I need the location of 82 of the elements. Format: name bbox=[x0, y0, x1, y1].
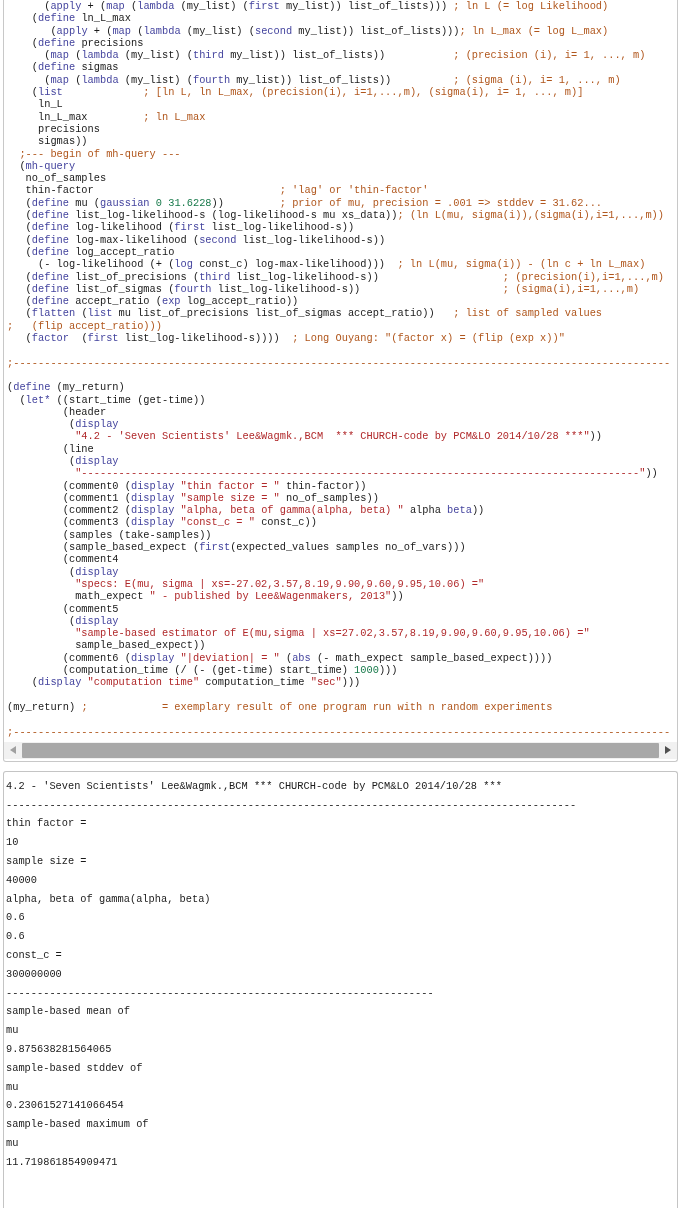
output-line: mu bbox=[6, 1079, 19, 1095]
output-line: 4.2 - 'Seven Scientists' Lee&Wagmk.,BCM *** CHURCH-code by PCM&LO 2014/10/28 *** bbox=[6, 778, 502, 794]
output-line: 300000000 bbox=[6, 966, 62, 982]
code-line: (define log-max-likelihood (second list_log-likelihood-s)) bbox=[24, 233, 386, 246]
code-line: (define ln_L_max bbox=[30, 12, 131, 25]
code-line: (display "computation time" computation_time "sec"))) bbox=[30, 676, 361, 689]
scrollbar-thumb[interactable] bbox=[22, 742, 659, 758]
code-line: (sample_based_expect (first(expected_values samples no_of_vars))) bbox=[61, 541, 466, 554]
output-line: alpha, beta of gamma(alpha, beta) bbox=[6, 891, 211, 907]
scroll-left-icon[interactable] bbox=[10, 746, 16, 755]
code-line: ; (flip accept_ratio))) bbox=[7, 319, 162, 332]
code-line: (display bbox=[67, 418, 119, 431]
code-line: ;--- begin of mh-query --- bbox=[18, 147, 181, 160]
code-line: precisions bbox=[37, 122, 100, 136]
code-line: (comment6 (display "|deviation| = " (abs (- math_expect sample_based_expect)))) bbox=[61, 651, 553, 665]
output-line: 11.719861854909471 bbox=[6, 1154, 118, 1170]
output-line: 10 bbox=[6, 835, 19, 851]
code-line: math_expect " - published by Lee&Wagenmakers, 2013")) bbox=[74, 590, 404, 603]
code-line: thin-factor ; 'lag' or 'thin-factor' bbox=[24, 184, 429, 197]
code-line: (define sigmas bbox=[30, 61, 119, 74]
output-line: const_c = bbox=[6, 948, 62, 963]
code-line: (comment0 (display "thin factor = " thin-factor)) bbox=[61, 479, 367, 492]
output-line: sample-based maximum of bbox=[6, 1117, 149, 1133]
code-line: ;---------------------------------------------------------------------------------------------------------- bbox=[7, 356, 671, 369]
code-line: ln_L_max ; ln L_max bbox=[37, 110, 206, 123]
output-line: 0.6 bbox=[6, 910, 25, 926]
code-line: (- log-likelihood (+ (log const_c) log-max-likelihood))) ; ln L(mu, sigma(i)) - (ln c + ln L_max) bbox=[37, 258, 646, 271]
code-line: (display bbox=[67, 614, 119, 628]
code-line: (computation_time (/ (- (get-time) start_time) 1000))) bbox=[61, 664, 398, 677]
code-line: "specs: E(mu, sigma | xs=-27.02,3.57,8.19,9.90,9.60,9.95,10.06) =" bbox=[74, 577, 485, 591]
code-line: (my_return) ; = exemplary result of one program run with n random experiments bbox=[7, 700, 553, 714]
output-line: mu bbox=[6, 1135, 19, 1151]
output-line: 9.875638281564065 bbox=[6, 1041, 112, 1057]
code-line: (display bbox=[67, 565, 119, 578]
code-line: (define accept_ratio (exp log_accept_ratio)) bbox=[24, 295, 299, 308]
output-line: mu bbox=[6, 1023, 19, 1039]
code-line: sigmas)) bbox=[37, 135, 88, 148]
code-line: (flatten (list mu list_of_precisions list_of_sigmas accept_ratio)) ; list of sampled values bbox=[24, 307, 603, 320]
code-line: (let* ((start_time (get-time)) bbox=[18, 393, 206, 406]
output-line: 0.6 bbox=[6, 929, 25, 945]
code-line: (define (my_return) bbox=[7, 381, 125, 394]
code-line: "sample-based estimator of E(mu,sigma | xs=27.02,3.57,8.19,9.90,9.60,9.95,10.06) =" bbox=[74, 627, 590, 640]
code-line: (define precisions bbox=[30, 36, 144, 50]
code-line: (apply + (map (lambda (my_list) (second my_list)) list_of_lists))); ln L_max (= log L_max) bbox=[49, 24, 609, 37]
code-line: (comment2 (display "alpha, beta of gamma(alpha, beta) " alpha beta)) bbox=[61, 504, 485, 517]
code-line: (apply + (map (lambda (my_list) (first my_list)) list_of_lists))) ; ln L (= log Likelihood) bbox=[43, 0, 609, 13]
code-line: ;---------------------------------------------------------------------------------------------------------- bbox=[7, 725, 671, 738]
output-line: 40000 bbox=[6, 872, 37, 888]
code-line: (factor (first list_log-likelihood-s)))) ; Long Ouyang: "(factor x) = (flip (exp x))" bbox=[24, 332, 565, 345]
scroll-right-icon[interactable] bbox=[665, 746, 671, 755]
code-line: (samples (take-samples)) bbox=[61, 528, 212, 542]
code-line: (map (lambda (my_list) (fourth my_list)) list_of_lists)) ; (sigma (i), i= 1, ..., m) bbox=[43, 73, 621, 87]
code-line: (comment1 (display "sample size = " no_of_samples)) bbox=[61, 491, 379, 505]
horizontal-scrollbar[interactable] bbox=[4, 741, 677, 759]
output-line: sample-based mean of bbox=[6, 1004, 130, 1020]
code-line: (define log-likelihood (first list_log-likelihood-s)) bbox=[24, 221, 355, 234]
code-line: "4.2 - 'Seven Scientists' Lee&Wagmk.,BCM *** CHURCH-code by PCM&LO 2014/10/28 ***")) bbox=[74, 430, 602, 443]
code-line: (header bbox=[61, 405, 107, 419]
code-line: no_of_samples bbox=[24, 172, 107, 185]
code-editor[interactable] bbox=[3, 0, 678, 762]
output-line: --------------------------------------------------------------------- bbox=[6, 985, 434, 1001]
output-line: 0.23061527141066454 bbox=[6, 1098, 124, 1114]
code-line: (define list_of_precisions (third list_log-likelihood-s)) ; (precision(i),i=1,...,m) bbox=[24, 270, 664, 283]
code-line: (define mu (gaussian 0 31.6228)) ; prior of mu, precision = .001 => stddev = 31.62... bbox=[24, 196, 603, 210]
output-line: -------------------------------------------------------------------------------------------- bbox=[6, 797, 577, 813]
code-line: (define list_log-likelihood-s (log-likelihood-s mu xs_data)); (ln L(mu, sigma(i)),(sigma(i),i=1,...,m)) bbox=[24, 209, 664, 222]
code-line: (comment3 (display "const_c = " const_c)) bbox=[61, 516, 317, 529]
code-line: (list ; [ln L, ln L_max, (precision(i), i=1,...,m), (sigma(i), i= 1, ..., m)] bbox=[30, 86, 584, 99]
code-line: ln_L bbox=[37, 98, 63, 111]
output-line: thin factor = bbox=[6, 816, 87, 832]
code-line: (map (lambda (my_list) (third my_list)) list_of_lists)) ; (precision (i), i= 1, ..., m) bbox=[43, 49, 646, 62]
code-line: "------------------------------------------------------------------------------------------")) bbox=[74, 467, 658, 480]
code-line: (line bbox=[61, 442, 94, 455]
code-line: (mh-query bbox=[18, 159, 76, 173]
code-line: (comment5 bbox=[61, 602, 119, 615]
output-line: sample size = bbox=[6, 854, 87, 869]
code-line: (display bbox=[67, 455, 119, 468]
code-line: (comment4 bbox=[61, 553, 119, 566]
code-line: (define list_of_sigmas (fourth list_log-likelihood-s)) ; (sigma(i),i=1,...,m) bbox=[24, 282, 640, 296]
code-line: (define log_accept_ratio bbox=[24, 245, 175, 259]
output-line: sample-based stddev of bbox=[6, 1060, 143, 1076]
code-line: sample_based_expect)) bbox=[74, 639, 206, 652]
